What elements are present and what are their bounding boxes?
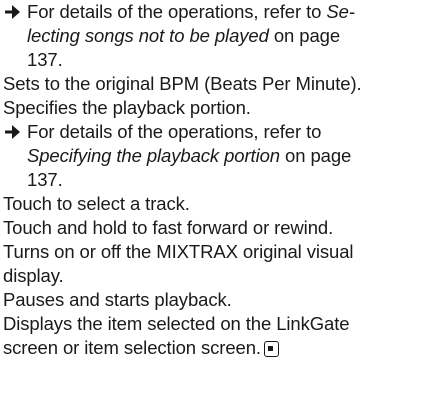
reference-selecting-songs: For details of the operations, refer to … [3,0,423,72]
reference-line-2: Specifying the playback portion on page [27,144,423,168]
end-of-section-icon [263,341,279,357]
reference-suffix: on page [268,25,341,46]
linkgate-description-line-2: screen or item selection screen. [3,336,423,360]
visual-description-line-1: Turns on or off the MIXTRAX original vis… [3,241,354,262]
portion-description: Specifies the playback portion. [3,97,251,118]
reference-line-1: For details of the operations, refer to … [27,0,423,24]
manual-page: For details of the operations, refer to … [0,0,423,418]
reference-prefix: For details of the operations, refer to [27,1,327,22]
reference-playback-portion: For details of the operations, refer to … [3,120,423,192]
right-arrow-icon [3,0,23,24]
reference-title-part-1: Se- [326,1,355,22]
pause-description: Pauses and starts playback. [3,289,232,310]
visual-description-line-2: display. [3,265,64,286]
reference-page: 137. [27,49,63,70]
track-select-description: Touch to select a track. [3,193,190,214]
track-hold-description: Touch and hold to fast forward or rewind… [3,217,334,238]
reference-line-1: For details of the operations, refer to [27,121,322,142]
bpm-description: Sets to the original BPM (Beats Per Minu… [3,73,362,94]
right-arrow-icon [3,120,23,144]
linkgate-text: screen or item selection screen. [3,337,261,358]
reference-suffix: on page [279,145,352,166]
reference-title: Specifying the playback portion [27,145,280,166]
linkgate-description-line-1: Displays the item selected on the LinkGa… [3,313,350,334]
reference-title-part-2: lecting songs not to be played [27,25,269,46]
reference-line-2: lecting songs not to be played on page [27,24,423,48]
reference-page: 137. [27,169,63,190]
